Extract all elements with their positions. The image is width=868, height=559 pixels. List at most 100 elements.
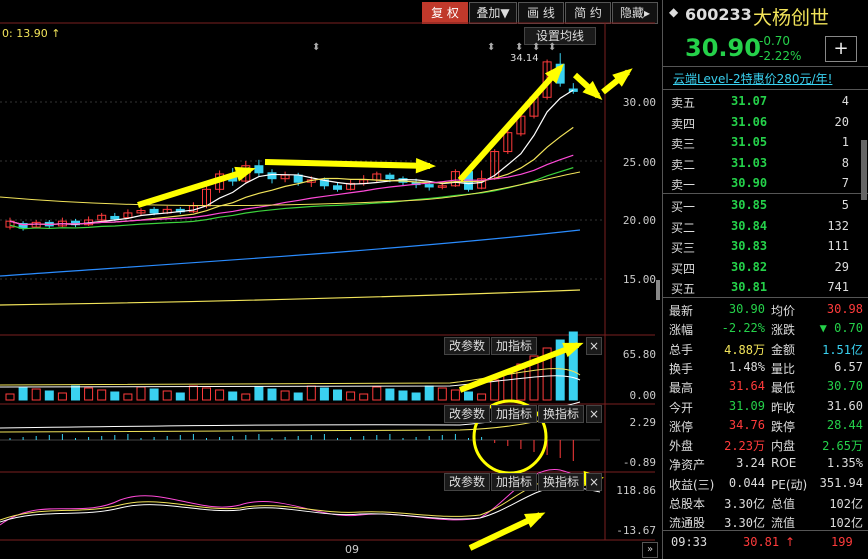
stat-value: 34.76 <box>728 417 765 432</box>
stat-row: 总手 4.88万 金额 1.51亿 <box>663 339 868 359</box>
volume-bar <box>490 379 500 401</box>
stat-value: 1.51亿 <box>822 342 863 357</box>
volume-bar <box>228 391 238 401</box>
stat-row: 最新 30.90 均价 30.98 <box>663 300 868 320</box>
ask-row[interactable]: 卖一 30.90 7 <box>663 174 868 194</box>
sub3-close-icon[interactable]: × <box>586 473 602 491</box>
stat-row: 换手 1.48% 量比 6.57 <box>663 358 868 378</box>
stat-row: 外盘 2.23万 内盘 2.65万 <box>663 435 868 455</box>
stat-value: 351.94 <box>819 475 863 490</box>
candle-body <box>267 172 277 180</box>
annotation-arrow-head <box>415 157 436 174</box>
sub1-axis-top: 65.80 <box>622 348 656 361</box>
sub3-change-params-button[interactable]: 改参数 <box>444 473 490 491</box>
kline-chart[interactable]: 复 权 叠加▼ 画 线 简 约 隐藏▸ 0: 13.90 ↑ 设置均线 34.1… <box>0 0 660 559</box>
sub2-close-icon[interactable]: × <box>586 405 602 423</box>
volume-bar <box>97 389 107 401</box>
volume-bar <box>123 393 133 401</box>
volume-bar <box>346 391 356 401</box>
stat-value: ▼ 0.70 <box>819 321 863 336</box>
kdj-k-line <box>0 485 601 523</box>
stat-label: 总手 <box>669 342 694 357</box>
stat-value: 3.30亿 <box>724 516 765 531</box>
ma120-line <box>0 289 581 306</box>
bid-volume: 111 <box>827 239 849 254</box>
stat-row: 涨停 34.76 跌停 28.44 <box>663 416 868 436</box>
scroll-right-icon[interactable]: » <box>642 542 658 558</box>
bid-label: 买四 <box>671 261 696 276</box>
ask-row[interactable]: 卖三 31.05 1 <box>663 133 868 153</box>
panel-scrollbar[interactable] <box>861 140 867 200</box>
panel-collapse-handle[interactable] <box>656 280 660 300</box>
stat-value: 2.65万 <box>822 439 863 454</box>
volume-bar <box>31 388 41 401</box>
stat-value: 28.44 <box>826 417 863 432</box>
candle-body <box>110 215 120 220</box>
volume-bar <box>293 392 303 401</box>
bid-row[interactable]: 买五 30.81 741 <box>663 278 868 298</box>
stat-label: 量比 <box>771 361 796 376</box>
bid-price: 30.82 <box>731 259 768 274</box>
stat-value: 6.57 <box>834 359 863 374</box>
sub1-add-indicator-button[interactable]: 加指标 <box>491 337 537 355</box>
add-watchlist-button[interactable]: + <box>825 36 857 62</box>
sub2-switch-indicator-button[interactable]: 换指标 <box>538 405 584 423</box>
candle-body <box>293 174 303 183</box>
bid-row[interactable]: 买一 30.85 5 <box>663 196 868 216</box>
ask-volume: 4 <box>841 94 849 108</box>
stat-label: ROE <box>771 456 797 471</box>
ask-volume: 20 <box>834 114 849 129</box>
volume-bar <box>503 371 513 401</box>
event-marker-icon: ⬍ <box>312 42 320 53</box>
bid-row[interactable]: 买二 30.84 132 <box>663 217 868 237</box>
stat-value: 30.90 <box>728 302 765 316</box>
bid-volume: 741 <box>827 280 849 295</box>
annotation-arrow <box>137 167 251 208</box>
volume-bar <box>215 389 225 401</box>
sub1-change-params-button[interactable]: 改参数 <box>444 337 490 355</box>
stat-value: 31.09 <box>728 398 765 413</box>
volume-bar <box>437 387 447 401</box>
stat-value: 2.23万 <box>724 439 765 454</box>
bid-price: 30.81 <box>731 280 768 295</box>
stat-label: 涨幅 <box>669 323 694 338</box>
bid-label: 买一 <box>671 200 696 214</box>
volume-bar <box>280 390 290 401</box>
bid-price: 30.83 <box>731 239 768 254</box>
bid-volume: 29 <box>834 259 849 274</box>
menu-icon[interactable]: ◆ <box>669 5 678 19</box>
stat-row: 总股本 3.30亿 总值 102亿 <box>663 493 868 513</box>
bid-price: 30.84 <box>731 218 768 233</box>
ma60-line <box>0 229 581 277</box>
ask-label: 卖三 <box>671 137 696 152</box>
event-marker-icon: ⬍ <box>515 42 523 53</box>
bid-row[interactable]: 买四 30.82 29 <box>663 258 868 278</box>
tick-row: 09:33 30.81 ↑ 199 <box>663 533 868 553</box>
price-change: -0.70 <box>759 34 791 48</box>
ask-row[interactable]: 卖四 31.06 20 <box>663 113 868 133</box>
sub1-close-icon[interactable]: × <box>586 337 602 355</box>
sub3-add-indicator-button[interactable]: 加指标 <box>491 473 537 491</box>
volume-bar <box>385 388 395 401</box>
level2-promo-link[interactable]: 云端Level-2特惠价280元/年! <box>673 70 832 87</box>
stat-label: 收益(三) <box>669 477 715 492</box>
bid-label: 买二 <box>671 220 696 235</box>
ask-volume: 1 <box>841 135 849 150</box>
stat-value: 30.70 <box>826 379 863 394</box>
sub3-switch-indicator-button[interactable]: 换指标 <box>538 473 584 491</box>
ask-row[interactable]: 卖五 31.07 4 <box>663 92 868 112</box>
tick-volume: 199 <box>831 535 853 549</box>
volume-bar <box>450 389 460 401</box>
sub2-change-params-button[interactable]: 改参数 <box>444 405 490 423</box>
ask-label: 卖二 <box>671 157 696 172</box>
stat-row: 今开 31.09 昨收 31.60 <box>663 397 868 417</box>
stat-label: 总值 <box>771 497 796 511</box>
volume-bar <box>568 331 578 401</box>
ask-label: 卖一 <box>671 178 696 193</box>
sub2-add-indicator-button[interactable]: 加指标 <box>491 405 537 423</box>
ask-row[interactable]: 卖二 31.03 8 <box>663 154 868 174</box>
event-marker-icon: ⬍ <box>487 42 495 53</box>
stat-label: 今开 <box>669 400 694 415</box>
bid-row[interactable]: 买三 30.83 111 <box>663 237 868 257</box>
stat-value: 3.30亿 <box>724 497 765 511</box>
